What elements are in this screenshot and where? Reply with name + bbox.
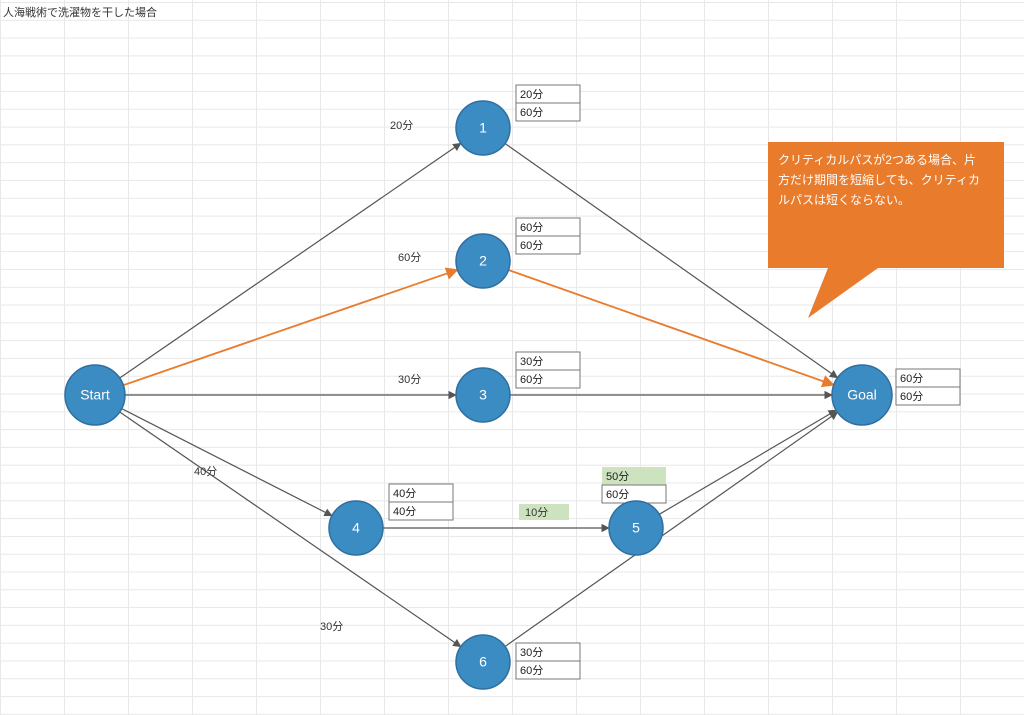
edge-Start-2	[123, 270, 457, 385]
timebox-top-text-5: 50分	[606, 470, 629, 483]
callout-line-2: ルパスは短くならない。	[778, 193, 910, 207]
node-label-2: 2	[479, 253, 487, 269]
edge-label-Start-4: 40分	[194, 465, 217, 478]
edge-label-Start-2: 60分	[398, 251, 421, 264]
edge-5-Goal	[659, 410, 836, 514]
node-label-1: 1	[479, 120, 487, 136]
callout-tail	[808, 268, 878, 318]
edge-Start-6	[120, 412, 461, 647]
timebox-bottom-text-4: 40分	[393, 505, 416, 518]
timebox-bottom-text-Goal: 60分	[900, 390, 923, 403]
timebox-top-text-6: 30分	[520, 646, 543, 659]
edge-label-Start-6: 30分	[320, 620, 343, 633]
timebox-top-text-3: 30分	[520, 355, 543, 368]
timebox-bottom-text-6: 60分	[520, 664, 543, 677]
edge-Start-4	[122, 409, 332, 516]
callout-line-1: 方だけ期間を短縮しても、クリティカ	[778, 172, 980, 187]
timebox-top-text-2: 60分	[520, 221, 543, 234]
timebox-bottom-text-1: 60分	[520, 106, 543, 119]
node-label-6: 6	[479, 654, 487, 670]
node-label-3: 3	[479, 387, 487, 403]
timebox-top-text-4: 40分	[393, 487, 416, 500]
timebox-top-text-1: 20分	[520, 88, 543, 101]
edge-label-layer: 20分 60分 30分 40分 30分 10分	[194, 119, 569, 633]
edge-label-4-5: 10分	[525, 506, 548, 519]
node-label-Start: Start	[80, 387, 110, 403]
timebox-bottom-text-3: 60分	[520, 373, 543, 386]
edge-label-Start-1: 20分	[390, 119, 413, 132]
callout-line-0: クリティカルパスが2つある場合、片	[778, 152, 976, 167]
timebox-bottom-text-5: 60分	[606, 488, 629, 501]
timebox-bottom-text-2: 60分	[520, 239, 543, 252]
edge-6-Goal	[505, 412, 837, 646]
node-label-5: 5	[632, 520, 640, 536]
callout: クリティカルパスが2つある場合、片方だけ期間を短縮しても、クリティカルパスは短く…	[768, 142, 1004, 318]
timebox-top-text-Goal: 60分	[900, 372, 923, 385]
node-label-4: 4	[352, 520, 360, 536]
pert-diagram: 20分 60分 60分 60分 30分 60分 40分 40分 50分 60分 30分 60分 60分 6…	[0, 0, 1024, 715]
node-label-Goal: Goal	[847, 387, 877, 403]
edge-label-Start-3: 30分	[398, 373, 421, 386]
